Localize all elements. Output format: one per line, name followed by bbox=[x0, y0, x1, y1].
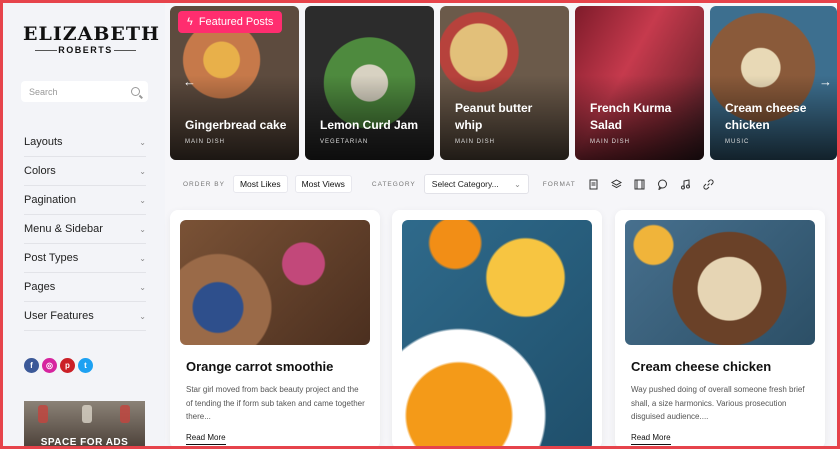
featured-title: Cream cheese chicken bbox=[725, 101, 807, 132]
chevron-down-icon: ⌄ bbox=[139, 137, 146, 147]
social-links: f ◎ p t bbox=[24, 358, 93, 373]
logo-title[interactable]: ELIZABETH bbox=[23, 23, 160, 45]
ad-label: SPACE FOR ADS bbox=[40, 437, 129, 448]
category-value: Select Category... bbox=[431, 179, 499, 189]
menu-item-menu-sidebar[interactable]: Menu & Sidebar ⌄ bbox=[24, 215, 146, 244]
search-icon[interactable] bbox=[131, 87, 140, 96]
featured-category: MUSIC bbox=[725, 139, 750, 145]
menu-item-layouts[interactable]: Layouts ⌄ bbox=[24, 128, 146, 157]
post-excerpt: Star girl moved from back beauty project… bbox=[186, 385, 365, 421]
pinterest-icon[interactable]: p bbox=[60, 358, 75, 373]
layers-icon[interactable] bbox=[610, 178, 622, 190]
facebook-icon[interactable]: f bbox=[24, 358, 39, 373]
menu-label: Layouts bbox=[24, 136, 63, 148]
image-overlay bbox=[710, 6, 837, 160]
featured-category: MAIN DISH bbox=[455, 139, 496, 145]
featured-category: MAIN DISH bbox=[590, 139, 631, 145]
featured-card[interactable]: Peanut butter whip MAIN DISH bbox=[440, 6, 569, 160]
category-select[interactable]: Select Category... ⌄ bbox=[423, 174, 529, 194]
post-image[interactable] bbox=[180, 220, 370, 345]
logo-subtitle[interactable]: ROBERTS bbox=[23, 45, 148, 55]
image-overlay bbox=[305, 6, 434, 160]
read-more-link[interactable]: Read More bbox=[631, 433, 671, 445]
post-title[interactable]: Orange carrot smoothie bbox=[186, 359, 333, 374]
order-by-label: ORDER BY bbox=[183, 180, 225, 188]
glass-graphic bbox=[38, 405, 48, 423]
menu-label: Post Types bbox=[24, 252, 79, 264]
menu-label: Pages bbox=[24, 281, 56, 293]
most-likes-button[interactable]: Most Likes bbox=[232, 175, 288, 193]
most-views-button[interactable]: Most Views bbox=[294, 175, 352, 193]
image-overlay bbox=[440, 6, 569, 160]
chat-icon[interactable] bbox=[657, 179, 668, 190]
document-icon[interactable] bbox=[588, 179, 599, 190]
arrow-left-icon[interactable]: ← bbox=[183, 74, 196, 89]
post-image[interactable] bbox=[402, 220, 592, 449]
post-card[interactable] bbox=[392, 210, 602, 449]
menu-item-post-types[interactable]: Post Types ⌄ bbox=[24, 244, 146, 273]
lightning-icon: ϟ bbox=[187, 16, 193, 28]
menu-item-pages[interactable]: Pages ⌄ bbox=[24, 273, 146, 302]
menu-label: User Features bbox=[24, 310, 94, 322]
ad-banner[interactable]: SPACE FOR ADS bbox=[24, 401, 145, 449]
chevron-down-icon: ⌄ bbox=[139, 195, 146, 205]
chevron-down-icon: ⌄ bbox=[139, 253, 146, 263]
post-image[interactable] bbox=[625, 220, 815, 345]
menu-item-colors[interactable]: Colors ⌄ bbox=[24, 157, 146, 186]
post-title[interactable]: Cream cheese chicken bbox=[631, 359, 771, 374]
filter-bar: ORDER BY Most Likes Most Views CATEGORY … bbox=[183, 174, 714, 194]
music-icon[interactable] bbox=[680, 178, 691, 190]
search-placeholder: Search bbox=[29, 86, 58, 97]
post-card[interactable]: Orange carrot smoothie Star girl moved f… bbox=[170, 210, 380, 449]
chevron-down-icon: ⌄ bbox=[139, 311, 146, 321]
link-icon[interactable] bbox=[703, 178, 714, 190]
featured-title: French Kurma Salad bbox=[590, 101, 672, 132]
sidebar: ELIZABETH ROBERTS Search Layouts ⌄ Colors… bbox=[3, 3, 165, 449]
featured-card[interactable]: Lemon Curd Jam VEGETARIAN bbox=[305, 6, 434, 160]
chevron-down-icon: ⌄ bbox=[139, 282, 146, 292]
chevron-down-icon: ⌄ bbox=[139, 224, 146, 234]
image-overlay bbox=[575, 6, 704, 160]
chevron-down-icon: ⌄ bbox=[139, 166, 146, 176]
featured-title: Gingerbread cake bbox=[185, 118, 287, 132]
menu-label: Colors bbox=[24, 165, 56, 177]
menu-label: Pagination bbox=[24, 194, 76, 206]
twitter-icon[interactable]: t bbox=[78, 358, 93, 373]
menu-label: Menu & Sidebar bbox=[24, 223, 103, 235]
read-more-link[interactable]: Read More bbox=[186, 433, 226, 445]
format-label: FORMAT bbox=[542, 180, 576, 188]
featured-card[interactable]: Cream cheese chicken MUSIC bbox=[710, 6, 837, 160]
badge-label: Featured Posts bbox=[198, 16, 274, 28]
format-icons bbox=[588, 178, 714, 190]
featured-card[interactable]: French Kurma Salad MAIN DISH bbox=[575, 6, 704, 160]
film-icon[interactable] bbox=[634, 179, 645, 190]
post-excerpt: Way pushed doing of overall someone fres… bbox=[631, 385, 805, 421]
chevron-down-icon: ⌄ bbox=[514, 179, 521, 189]
featured-posts-badge: ϟ Featured Posts bbox=[178, 11, 283, 33]
menu-item-pagination[interactable]: Pagination ⌄ bbox=[24, 186, 146, 215]
arrow-right-icon[interactable]: → bbox=[819, 74, 832, 89]
category-label: CATEGORY bbox=[371, 180, 416, 188]
featured-category: MAIN DISH bbox=[185, 139, 226, 145]
featured-title: Lemon Curd Jam bbox=[320, 118, 419, 132]
sidebar-menu: Layouts ⌄ Colors ⌄ Pagination ⌄ Menu & Side… bbox=[24, 128, 146, 331]
featured-category: VEGETARIAN bbox=[320, 139, 369, 145]
post-card[interactable]: Cream cheese chicken Way pushed doing of… bbox=[615, 210, 825, 449]
instagram-icon[interactable]: ◎ bbox=[42, 358, 57, 373]
featured-title: Peanut butter whip bbox=[455, 101, 533, 132]
search-input[interactable]: Search bbox=[21, 81, 148, 102]
menu-item-user-features[interactable]: User Features ⌄ bbox=[24, 302, 146, 331]
glass-graphic bbox=[82, 405, 92, 423]
glass-graphic bbox=[120, 405, 130, 423]
